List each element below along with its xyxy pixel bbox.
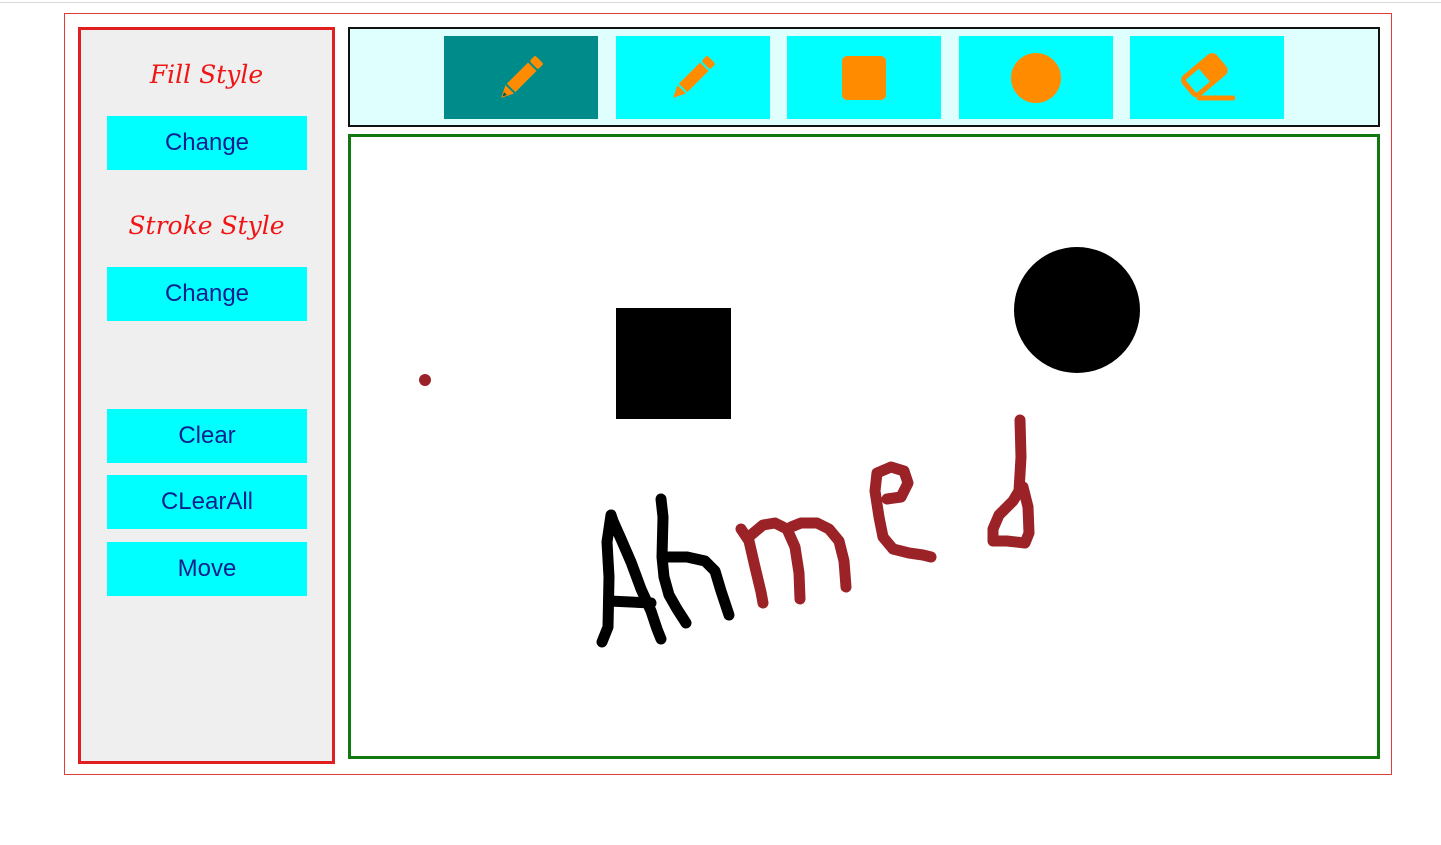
stroke-style-change-button[interactable]: Change: [107, 267, 307, 321]
pencil-icon: [501, 55, 543, 98]
tool-eraser[interactable]: [1130, 36, 1284, 119]
pencil-icon: [673, 55, 715, 98]
tool-pencil-active[interactable]: [444, 36, 598, 119]
eraser-icon: [1181, 52, 1235, 100]
handwritten-word: [596, 414, 1035, 648]
square-icon: [842, 55, 886, 100]
drawn-dot: [419, 374, 431, 386]
fill-style-change-button[interactable]: Change: [107, 116, 307, 170]
clear-button[interactable]: Clear: [107, 409, 307, 463]
fill-style-title: Fill Style: [149, 60, 264, 89]
circle-icon: [1011, 52, 1061, 103]
move-button[interactable]: Move: [107, 542, 307, 596]
clear-all-button[interactable]: CLearAll: [107, 475, 307, 529]
tool-circle[interactable]: [959, 36, 1113, 119]
page-top-divider: [0, 2, 1441, 3]
drawing-canvas[interactable]: [348, 134, 1380, 759]
tool-rectangle[interactable]: [787, 36, 941, 119]
tool-pencil[interactable]: [616, 36, 770, 119]
stroke-style-title: Stroke Style: [128, 211, 285, 240]
drawn-circle: [1014, 247, 1140, 373]
drawn-square: [616, 308, 731, 419]
canvas-drawing-layer: [419, 247, 1140, 648]
tool-toolbar: [348, 27, 1380, 127]
style-sidebar: Fill Style Change Stroke Style Change Cl…: [78, 27, 335, 764]
